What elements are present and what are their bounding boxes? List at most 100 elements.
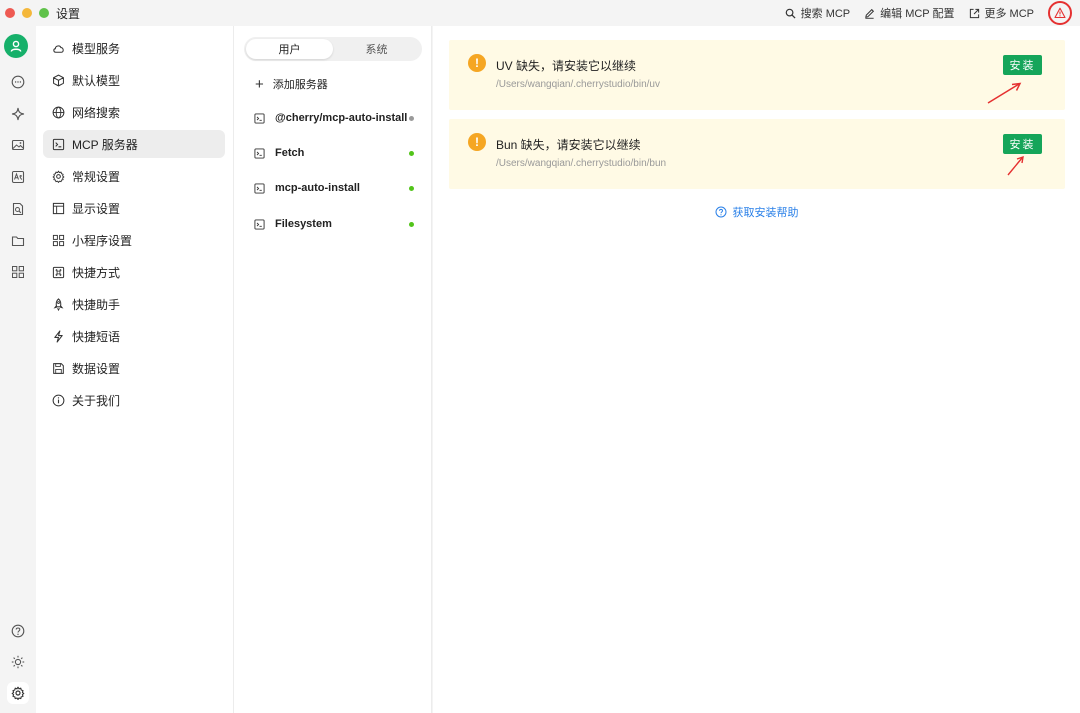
menu-item-web-search[interactable]: 网络搜索 [43,98,225,126]
globe-icon [52,106,65,118]
alert-path: /Users/wangqian/.cherrystudio/bin/bun [496,158,667,169]
icon-rail [0,26,36,713]
menu-item-model-service[interactable]: 模型服务 [43,34,225,62]
menu-item-mcp-servers[interactable]: MCP 服务器 [43,130,225,158]
bolt-icon [54,329,63,343]
search-mcp-button[interactable]: 搜索 MCP [785,5,851,21]
search-icon [785,8,796,19]
menu-item-label: 常规设置 [72,169,121,184]
menu-item-label: 快捷短语 [72,329,121,344]
server-name: Filesystem [275,218,332,230]
menu-item-label: MCP 服务器 [72,137,138,152]
avatar[interactable] [4,34,28,58]
menu-item-general-settings[interactable]: 常规设置 [43,162,225,190]
menu-item-label: 快捷方式 [72,265,121,280]
menu-item-data-settings[interactable]: 数据设置 [43,354,225,382]
title-bar: 设置 搜索 MCP 编辑 MCP 配置 更多 MCP [0,0,1080,26]
rocket-icon [53,297,64,311]
menu-item-miniapp-settings[interactable]: 小程序设置 [43,226,225,254]
warning-icon: ! [468,133,486,151]
menu-item-default-model[interactable]: 默认模型 [43,66,225,94]
terminal-icon [52,138,65,150]
alert-path: /Users/wangqian/.cherrystudio/bin/uv [496,79,660,90]
translate-icon[interactable] [7,166,29,188]
sparkle-icon[interactable] [7,103,29,125]
terminal-icon [254,147,265,159]
toolbar: 搜索 MCP 编辑 MCP 配置 更多 MCP [785,0,1072,26]
server-item[interactable]: Fetch [244,140,422,166]
server-item[interactable]: mcp-auto-install [244,175,422,201]
terminal-icon [254,218,265,230]
menu-item-label: 网络搜索 [72,105,121,120]
edit-mcp-config-label: 编辑 MCP 配置 [880,8,955,20]
menu-item-display-settings[interactable]: 显示设置 [43,194,225,222]
settings-menu: 模型服务 默认模型 网络搜索 MCP 服务器 常规设置 显示设置 小程序设置 快… [36,26,234,713]
gear-icon [52,170,65,183]
cube-icon [53,74,64,86]
terminal-icon [254,112,265,124]
server-name: @cherry/mcp-auto-install [275,112,408,124]
install-help-label: 获取安装帮助 [732,207,799,219]
minimize-window-button[interactable] [22,8,32,18]
command-icon [52,266,65,278]
menu-item-label: 快捷助手 [72,297,121,312]
cloud-icon [53,44,64,53]
menu-item-quick-phrases[interactable]: 快捷短语 [43,322,225,350]
uv-missing-alert: ! UV 缺失，请安装它以继续 /Users/wangqian/.cherrys… [449,40,1065,110]
help-icon[interactable] [7,620,29,642]
terminal-icon [254,182,265,194]
zoom-window-button[interactable] [39,8,49,18]
tab-user[interactable]: 用户 [246,39,333,59]
menu-item-label: 模型服务 [72,41,121,56]
install-uv-button[interactable]: 安装 [1003,55,1042,75]
sun-icon[interactable] [7,651,29,673]
server-item[interactable]: @cherry/mcp-auto-install [244,105,422,131]
save-icon [53,362,64,374]
menu-item-shortcuts[interactable]: 快捷方式 [43,258,225,286]
server-status-dot [409,115,414,121]
warning-icon: ! [468,54,486,72]
server-scope-switch: 用户 系统 [244,37,422,61]
tab-system[interactable]: 系统 [333,39,420,59]
info-icon [52,394,65,406]
external-link-icon [969,8,979,18]
menu-item-label: 默认模型 [72,73,121,88]
annotation-arrow [1007,155,1024,176]
window-controls [5,8,49,18]
menu-item-quick-assistant[interactable]: 快捷助手 [43,290,225,318]
add-server-button[interactable]: + 添加服务器 [255,76,328,92]
server-item[interactable]: Filesystem [244,211,422,237]
annotation-arrow [987,82,1022,104]
close-window-button[interactable] [5,8,15,18]
folder-icon[interactable] [7,230,29,252]
server-status-dot [409,185,414,191]
more-mcp-button[interactable]: 更多 MCP [969,5,1035,21]
apps-grid-icon[interactable] [7,261,29,283]
user-icon [10,40,22,52]
menu-item-label: 数据设置 [72,361,121,376]
warning-triangle-icon [1054,7,1066,19]
mcp-content: ! UV 缺失，请安装它以继续 /Users/wangqian/.cherrys… [433,26,1080,713]
help-circle-icon [715,206,726,218]
edit-mcp-config-button[interactable]: 编辑 MCP 配置 [864,5,955,21]
more-mcp-label: 更多 MCP [984,8,1035,20]
menu-item-about[interactable]: 关于我们 [43,386,225,414]
alert-title: UV 缺失，请安装它以继续 [496,59,637,73]
image-icon[interactable] [7,134,29,156]
bun-missing-alert: ! Bun 缺失，请安装它以继续 /Users/wangqian/.cherry… [449,119,1065,189]
search-mcp-label: 搜索 MCP [800,8,851,20]
grid-icon [52,234,65,246]
document-search-icon[interactable] [7,198,29,220]
menu-item-label: 小程序设置 [72,233,133,248]
chat-icon[interactable] [7,71,29,93]
install-help-link[interactable]: 获取安装帮助 [433,204,1080,220]
server-name: mcp-auto-install [275,182,360,194]
warning-button[interactable] [1048,1,1072,25]
settings-gear-icon[interactable] [7,682,29,704]
install-bun-button[interactable]: 安装 [1003,134,1042,154]
plus-icon: + [255,75,264,93]
window-title: 设置 [56,6,81,21]
menu-item-label: 关于我们 [72,393,121,408]
menu-item-label: 显示设置 [72,201,121,216]
alert-title: Bun 缺失，请安装它以继续 [496,138,641,152]
